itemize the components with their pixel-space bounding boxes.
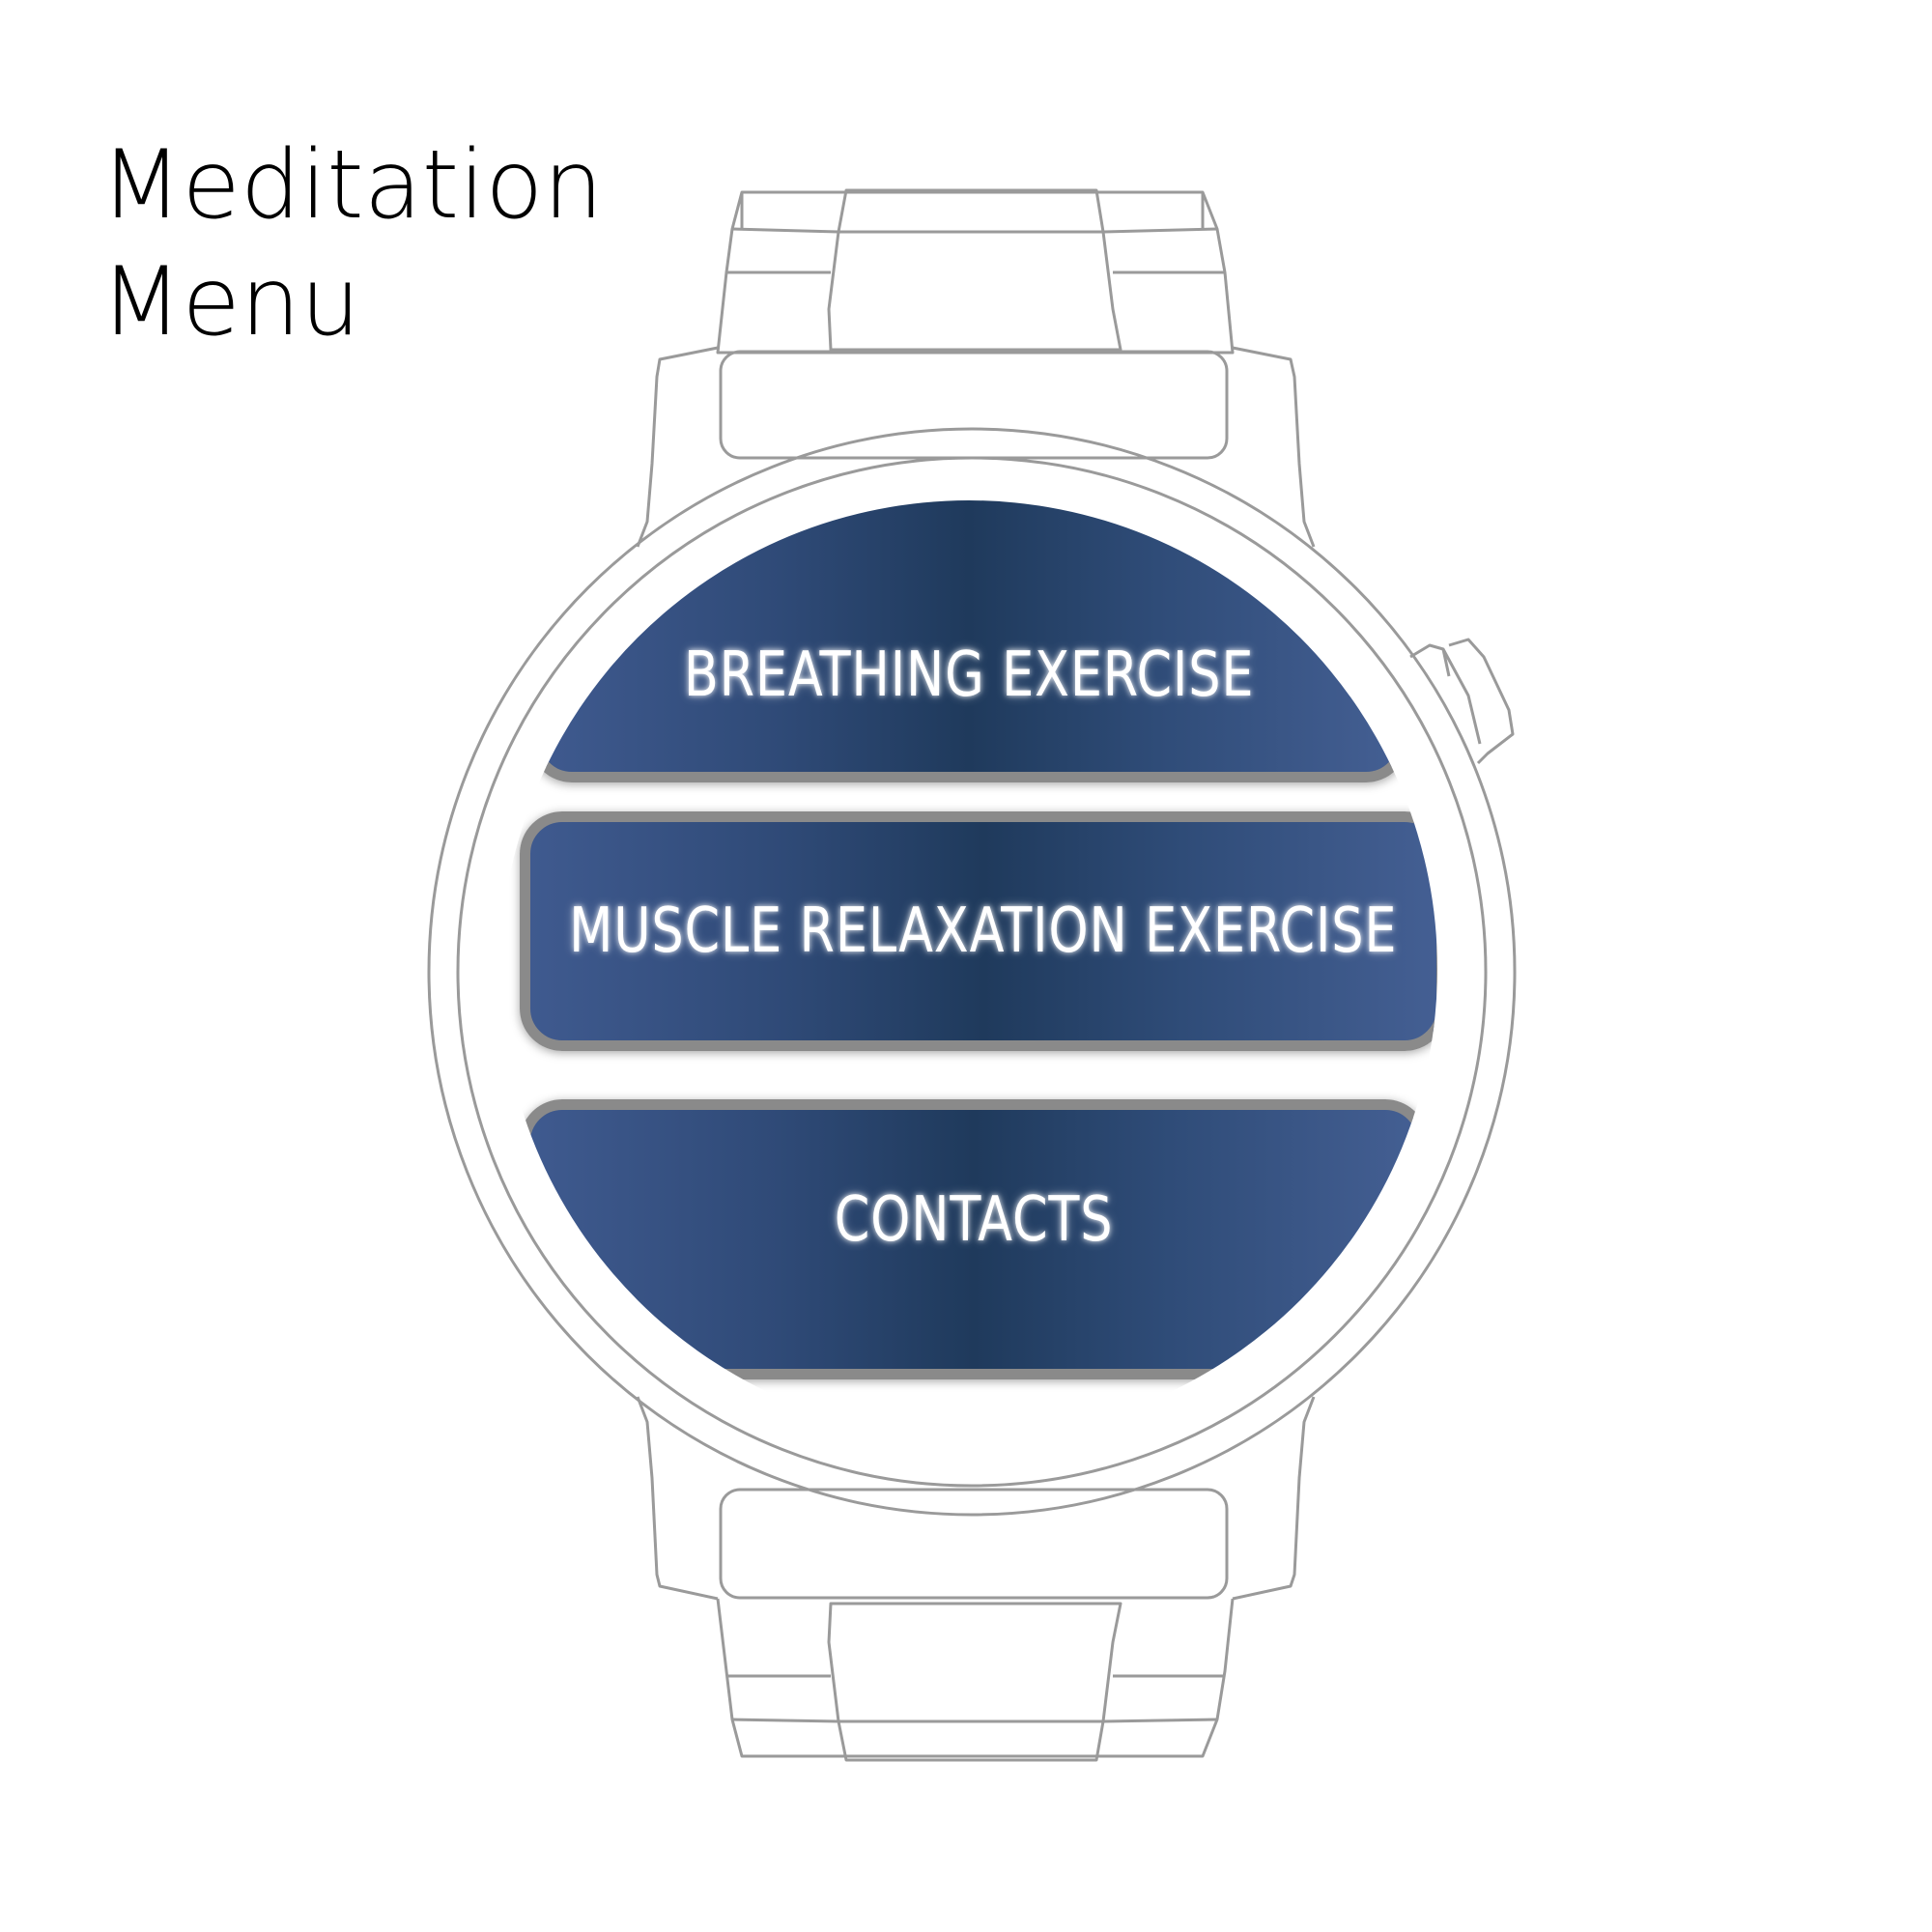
breathing-exercise-label: BREATHING EXERCISE xyxy=(683,639,1255,711)
muscle-relaxation-exercise-button[interactable]: MUSCLE RELAXATION EXERCISE xyxy=(520,811,1437,1051)
contacts-button[interactable]: CONTACTS xyxy=(520,1099,1428,1379)
breathing-exercise-button[interactable]: BREATHING EXERCISE xyxy=(529,500,1408,782)
contacts-label: CONTACTS xyxy=(834,1184,1114,1256)
muscle-relaxation-exercise-label: MUSCLE RELAXATION EXERCISE xyxy=(569,895,1398,967)
watch-screen: BREATHING EXERCISE MUSCLE RELAXATION EXE… xyxy=(500,500,1437,1437)
